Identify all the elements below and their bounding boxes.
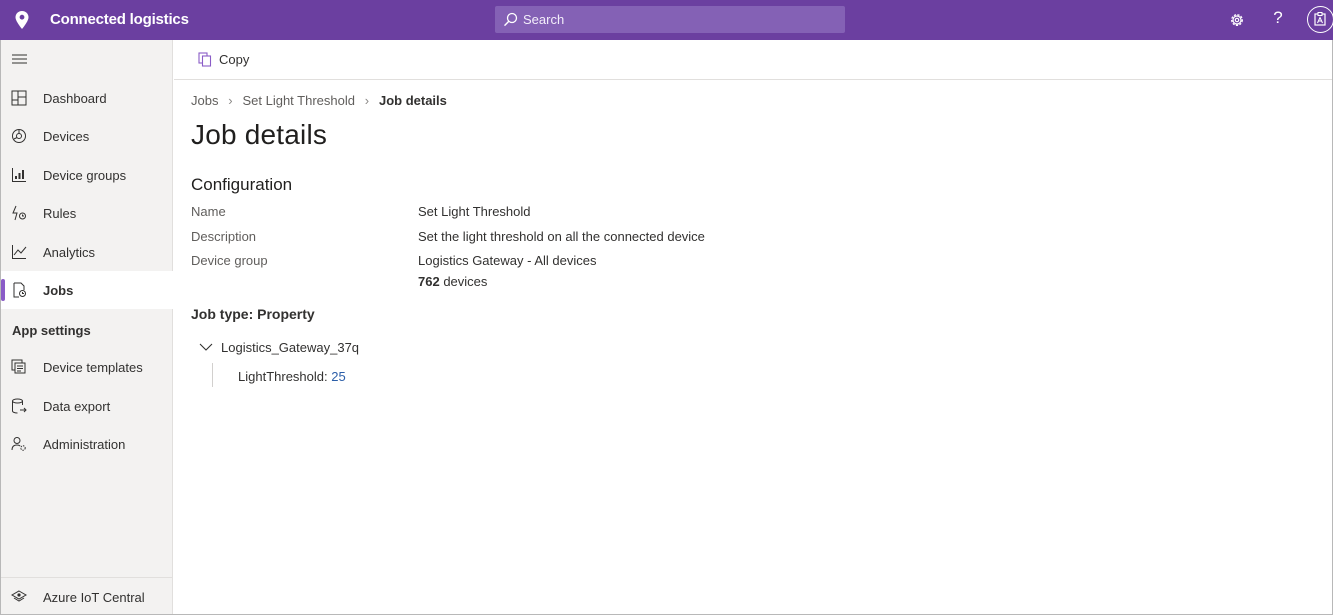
name-label: Name	[191, 204, 226, 219]
administration-icon	[11, 437, 26, 451]
sidebar-item-administration[interactable]: Administration	[1, 425, 173, 463]
sidebar-item-data-export[interactable]: Data export	[1, 387, 173, 425]
chevron-right-icon: ›	[228, 93, 233, 109]
location-pin-icon	[15, 11, 29, 29]
breadcrumb-set-light-threshold[interactable]: Set Light Threshold	[242, 93, 355, 108]
help-icon[interactable]: ?	[1271, 8, 1285, 28]
app-settings-label: App settings	[12, 323, 91, 338]
chevron-down-icon[interactable]	[199, 342, 213, 352]
gear-icon[interactable]	[1228, 11, 1246, 29]
device-count-number: 762	[418, 274, 440, 289]
copy-button-label: Copy	[219, 52, 250, 67]
sidebar-item-devices[interactable]: Devices	[1, 117, 173, 155]
dashboard-icon	[11, 90, 27, 106]
job-type-heading: Job type: Property	[191, 306, 315, 322]
description-value: Set the light threshold on all the conne…	[418, 229, 705, 244]
command-bar: Copy	[174, 40, 1332, 80]
device-group-label: Device group	[191, 253, 268, 268]
active-indicator	[1, 279, 5, 301]
configuration-heading: Configuration	[191, 175, 293, 194]
top-bar: Connected logistics Search ?	[0, 0, 1333, 40]
search-placeholder: Search	[523, 12, 565, 27]
breadcrumb: Jobs › Set Light Threshold › Job details	[191, 92, 447, 108]
sidebar-item-label: Azure IoT Central	[43, 590, 145, 605]
sidebar-item-rules[interactable]: Rules	[1, 194, 173, 232]
sidebar-item-azure-iot-central[interactable]: Azure IoT Central	[1, 578, 173, 615]
search-icon	[504, 12, 518, 27]
sidebar: Dashboard Devices Device groups Rules An…	[1, 40, 173, 614]
rules-icon	[12, 205, 26, 221]
sidebar-item-label: Jobs	[43, 283, 74, 298]
iot-central-icon	[11, 590, 27, 602]
jobs-icon	[13, 282, 26, 298]
sidebar-item-label: Rules	[43, 206, 77, 221]
sidebar-item-device-groups[interactable]: Device groups	[1, 156, 173, 194]
tree-node-device[interactable]: Logistics_Gateway_37q	[221, 340, 359, 355]
sidebar-item-jobs[interactable]: Jobs	[1, 271, 173, 309]
property-value: 25	[331, 369, 346, 384]
device-groups-icon	[12, 168, 26, 182]
avatar-icon	[1314, 12, 1326, 26]
sidebar-item-device-templates[interactable]: Device templates	[1, 348, 173, 386]
tree-connector	[212, 363, 213, 387]
breadcrumb-current: Job details	[378, 93, 447, 109]
page-title: Job details	[191, 119, 328, 150]
sidebar-item-label: Analytics	[43, 245, 96, 260]
device-count: 762 devices	[418, 274, 487, 289]
sidebar-item-label: Device templates	[43, 360, 143, 375]
property-name: LightThreshold:	[238, 369, 332, 384]
device-count-unit: devices	[439, 274, 488, 289]
search-box[interactable]: Search	[495, 6, 845, 33]
main-content: Jobs › Set Light Threshold › Job details Job…	[174, 81, 1332, 614]
copy-icon	[198, 52, 212, 67]
chevron-right-icon: ›	[364, 93, 370, 109]
device-group-value: Logistics Gateway - All devices	[418, 253, 597, 268]
sidebar-item-label: Data export	[43, 399, 111, 414]
sidebar-item-dashboard[interactable]: Dashboard	[1, 79, 173, 117]
name-value: Set Light Threshold	[418, 204, 531, 219]
sidebar-item-label: Administration	[43, 437, 126, 452]
hamburger-menu-icon[interactable]	[12, 53, 27, 65]
devices-icon	[12, 129, 26, 143]
device-templates-icon	[11, 359, 26, 374]
sidebar-footer: Azure IoT Central	[1, 577, 173, 614]
sidebar-item-label: Devices	[43, 129, 90, 144]
tree-leaf-property: LightThreshold: 25	[238, 369, 346, 384]
app-title[interactable]: Connected logistics	[50, 11, 189, 28]
sidebar-item-analytics[interactable]: Analytics	[1, 233, 173, 271]
sidebar-item-label: Device groups	[43, 168, 127, 183]
sidebar-item-label: Dashboard	[43, 91, 107, 106]
analytics-icon	[12, 245, 27, 259]
avatar[interactable]	[1307, 6, 1333, 33]
description-label: Description	[191, 229, 257, 244]
data-export-icon	[12, 398, 27, 414]
breadcrumb-jobs[interactable]: Jobs	[191, 93, 218, 108]
